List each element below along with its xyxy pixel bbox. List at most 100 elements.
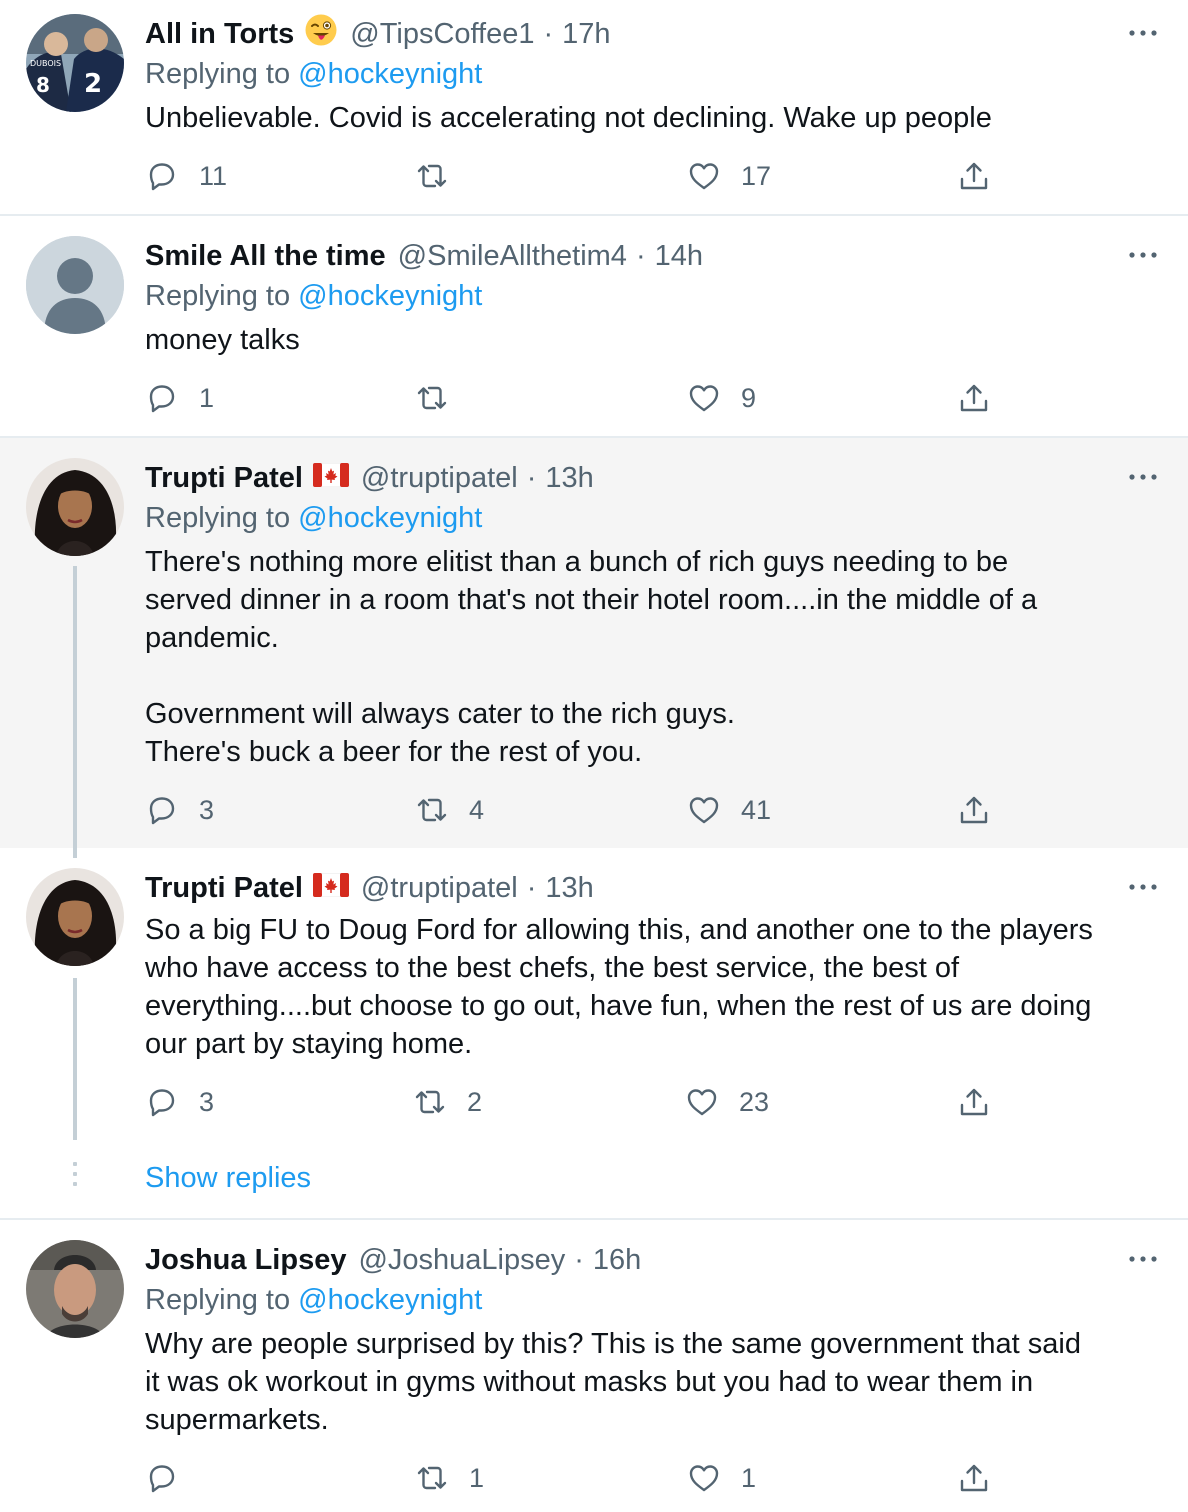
avatar[interactable]	[26, 1240, 124, 1338]
tweet[interactable]: Trupti Patel @truptipatel · 13h So a big…	[0, 848, 1188, 1218]
mention-link[interactable]: @hockeynight	[298, 280, 482, 312]
avatar[interactable]: 2 8 DUBOIS	[26, 14, 124, 112]
reply-count: 3	[199, 1086, 215, 1117]
user-handle[interactable]: @truptipatel	[361, 462, 518, 495]
retweet-icon	[415, 1090, 445, 1114]
more-options-icon[interactable]	[1128, 472, 1158, 482]
svg-text:2: 2	[84, 69, 102, 99]
retweet-count: 2	[467, 1086, 483, 1117]
timestamp[interactable]: 16h	[593, 1244, 641, 1277]
mention-link[interactable]: @hockeynight	[298, 502, 482, 534]
timestamp[interactable]: 13h	[545, 872, 593, 905]
tweet-text-content: money talks	[145, 324, 300, 356]
separator-dot: ·	[635, 239, 646, 272]
retweet-button[interactable]: 4	[415, 790, 484, 830]
reply-count: 1	[199, 382, 215, 413]
tweet-actions: 1 1	[145, 1458, 1005, 1498]
share-icon	[960, 162, 988, 190]
timestamp[interactable]: 13h	[545, 462, 593, 495]
retweet-icon	[417, 386, 447, 410]
display-name[interactable]: Smile All the time	[145, 240, 386, 273]
avatar[interactable]	[26, 868, 124, 966]
separator-dot: ·	[574, 1243, 584, 1276]
more-options-icon[interactable]	[1128, 250, 1158, 260]
display-name[interactable]: All in Torts	[145, 18, 294, 51]
replying-to-label: Replying to	[145, 502, 291, 534]
retweet-button[interactable]	[415, 156, 469, 196]
share-icon	[960, 1464, 988, 1492]
tweet-actions: 3 2 23	[145, 1082, 1005, 1122]
tweet[interactable]: Trupti Patel @truptipatel · 13h Replying…	[0, 438, 1188, 848]
replying-to-label: Replying to	[145, 1284, 291, 1316]
timestamp[interactable]: 17h	[562, 18, 610, 51]
replying-to: Replying to @hockeynight	[145, 502, 482, 535]
share-button[interactable]	[957, 1082, 991, 1122]
retweet-button[interactable]	[415, 378, 469, 418]
heart-icon	[689, 797, 719, 824]
replying-to-label: Replying to	[145, 280, 291, 312]
reply-button[interactable]: 3	[145, 790, 214, 830]
replying-to: Replying to @hockeynight	[145, 1284, 482, 1317]
canada-flag-icon	[312, 872, 350, 905]
retweet-count: 1	[469, 1462, 485, 1493]
retweet-button[interactable]: 1	[415, 1458, 484, 1498]
show-replies-link[interactable]: Show replies	[145, 1162, 311, 1195]
tweet-header: Trupti Patel @truptipatel · 13h	[145, 458, 594, 498]
reply-button[interactable]	[145, 1458, 199, 1498]
tweet[interactable]: 2 8 DUBOIS All in Torts @TipsCoffee1 · 1…	[0, 0, 1188, 214]
display-name[interactable]: Trupti Patel	[145, 872, 303, 905]
reply-button[interactable]: 3	[145, 1082, 214, 1122]
tweet[interactable]: Joshua Lipsey @JoshuaLipsey · 16h Replyi…	[0, 1220, 1188, 1512]
mention-link[interactable]: @hockeynight	[298, 1284, 482, 1316]
thread-line	[73, 978, 77, 1140]
share-button[interactable]	[957, 1458, 991, 1498]
tweet-text: So a big FU to Doug Ford for allowing th…	[145, 911, 1165, 1063]
tweet-header: Trupti Patel @truptipatel · 13h	[145, 868, 594, 908]
mention-link[interactable]: @hockeynight	[298, 58, 482, 90]
like-count: 9	[741, 382, 757, 413]
replying-to-label: Replying to	[145, 58, 291, 90]
tweet-header: All in Torts @TipsCoffee1 · 17h	[145, 14, 611, 54]
retweet-button[interactable]: 2	[413, 1082, 482, 1122]
tweet-actions: 1 9	[145, 378, 1005, 418]
user-handle[interactable]: @JoshuaLipsey	[358, 1244, 565, 1277]
user-handle[interactable]: @truptipatel	[361, 872, 518, 905]
timestamp[interactable]: 14h	[655, 240, 703, 273]
share-icon	[960, 384, 988, 412]
share-button[interactable]	[957, 378, 991, 418]
tweet-actions: 11 17	[145, 156, 1005, 196]
retweet-icon	[417, 164, 447, 188]
avatar[interactable]	[26, 458, 124, 556]
reply-button[interactable]: 1	[145, 378, 214, 418]
like-button[interactable]: 17	[687, 156, 771, 196]
user-handle[interactable]: @SmileAllthetim4	[398, 240, 627, 273]
thread-line	[73, 566, 77, 848]
like-button[interactable]: 23	[685, 1082, 769, 1122]
thread-dots	[73, 1162, 77, 1192]
avatar[interactable]	[26, 236, 124, 334]
tweet[interactable]: Smile All the time @SmileAllthetim4 · 14…	[0, 222, 1188, 436]
like-button[interactable]: 41	[687, 790, 771, 830]
share-button[interactable]	[957, 790, 991, 830]
reply-button[interactable]: 11	[145, 156, 227, 196]
svg-text:8: 8	[36, 73, 50, 97]
like-button[interactable]: 1	[687, 1458, 756, 1498]
like-count: 41	[741, 794, 772, 825]
tweet-header: Joshua Lipsey @JoshuaLipsey · 16h	[145, 1240, 641, 1280]
winking-tongue-emoji	[304, 13, 338, 55]
tweet-text: Why are people surprised by this? This i…	[145, 1325, 1165, 1439]
tweet-text: There's nothing more elitist than a bunc…	[145, 543, 1165, 771]
display-name[interactable]: Trupti Patel	[145, 462, 303, 495]
tweet-text: Unbelievable. Covid is accelerating not …	[145, 99, 1165, 137]
more-options-icon[interactable]	[1128, 28, 1158, 38]
share-icon	[960, 1088, 988, 1116]
more-options-icon[interactable]	[1128, 1254, 1158, 1264]
share-button[interactable]	[957, 156, 991, 196]
like-button[interactable]: 9	[687, 378, 756, 418]
tweet-actions: 3 4 41	[145, 790, 1005, 830]
tweet-text-content: So a big FU to Doug Ford for allowing th…	[145, 914, 1093, 1060]
heart-icon	[689, 163, 719, 190]
more-options-icon[interactable]	[1128, 882, 1158, 892]
display-name[interactable]: Joshua Lipsey	[145, 1244, 346, 1277]
user-handle[interactable]: @TipsCoffee1	[350, 18, 534, 51]
